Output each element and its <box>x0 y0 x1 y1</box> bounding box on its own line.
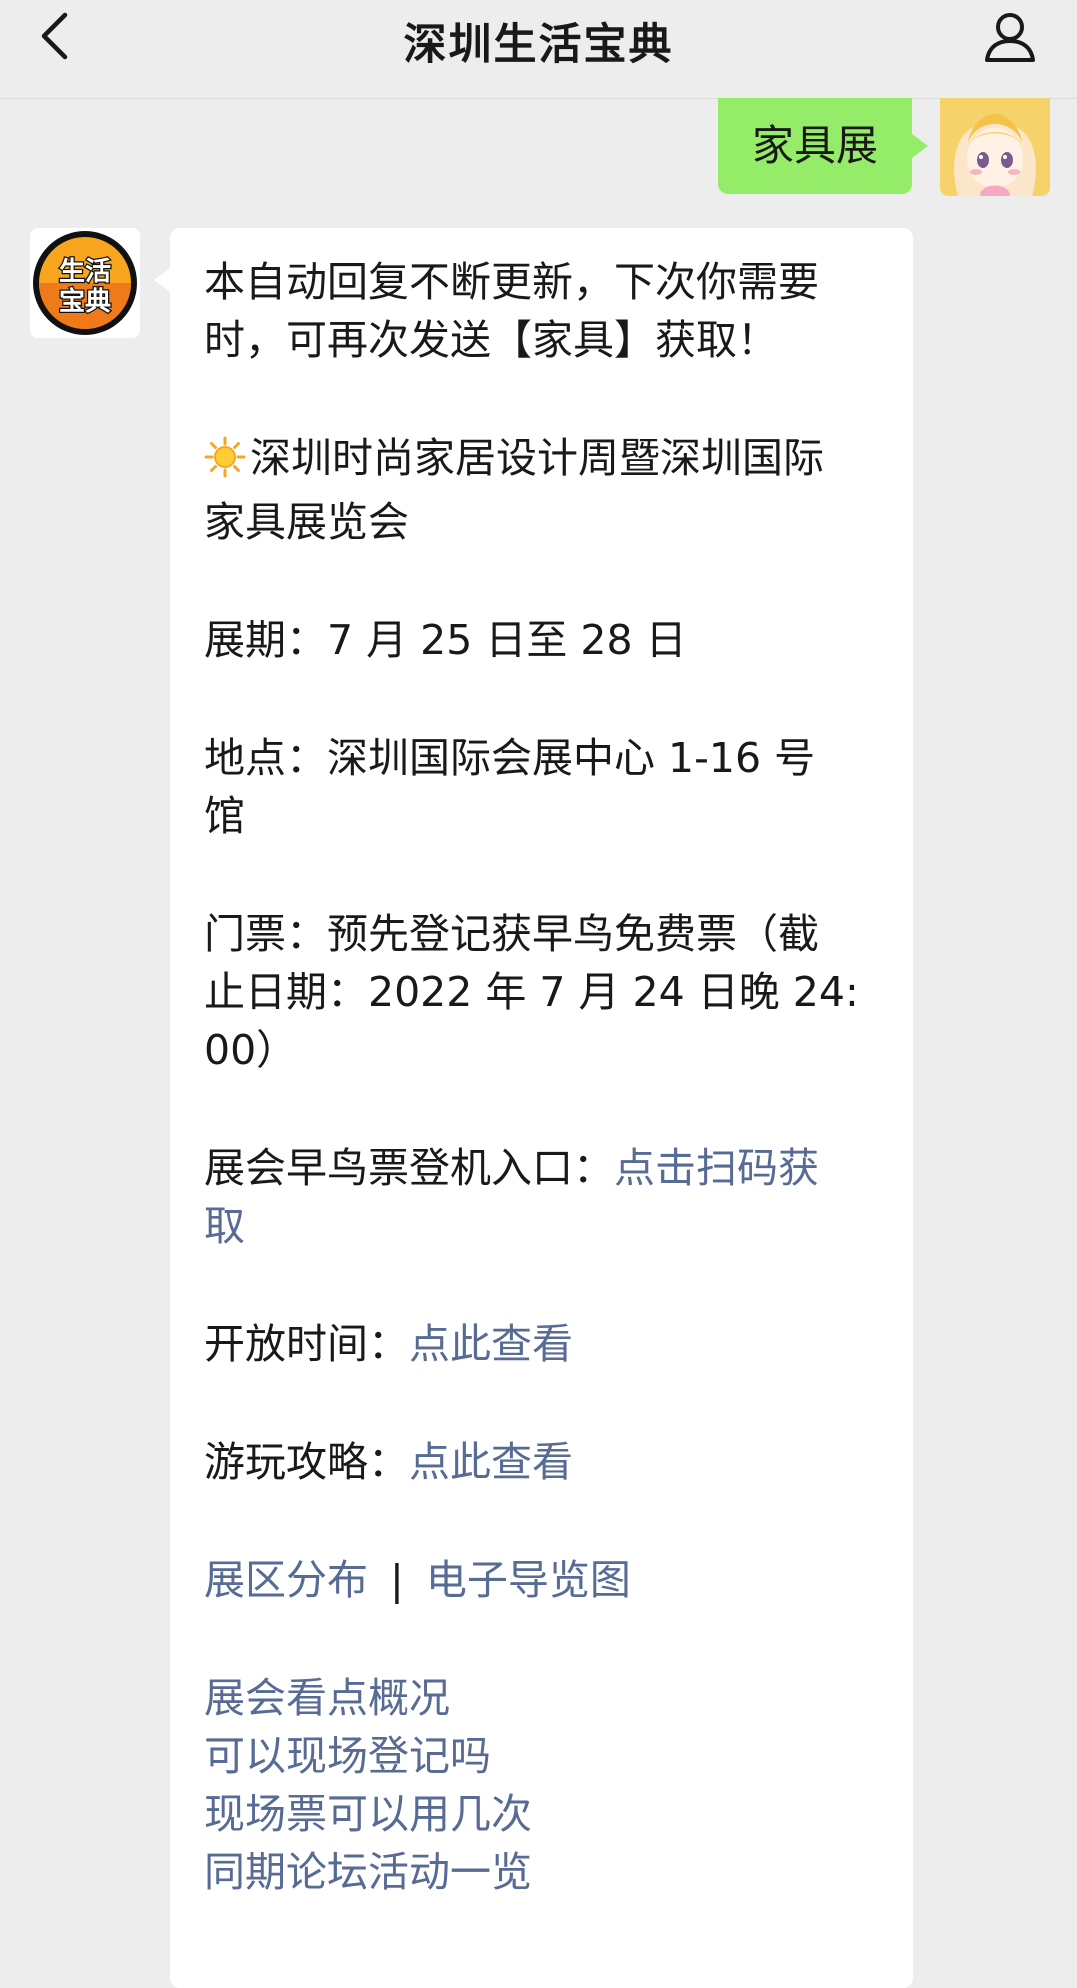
link-separator: | <box>390 1556 404 1604</box>
anime-girl-avatar-image <box>940 98 1050 196</box>
exhibition-dates: 展期：7 月 25 日至 28 日 <box>204 616 687 664</box>
scan-code-link-continued[interactable]: 取 <box>204 1202 245 1250</box>
scan-code-link[interactable]: 点击扫码获 <box>614 1144 819 1192</box>
svg-text:生活: 生活 <box>59 257 111 287</box>
ticket-line-1: 门票：预先登记获早鸟免费票（截 <box>204 910 819 958</box>
incoming-message-bubble: 本自动回复不断更新，下次你需要 时，可再次发送【家具】获取！ 深圳时尚家居设计周… <box>154 228 913 1988</box>
entry-line-2: 取 <box>204 1197 881 1255</box>
highlights-link[interactable]: 展会看点概况 <box>204 1669 881 1727</box>
onsite-ticket-usage-link[interactable]: 现场票可以用几次 <box>204 1785 881 1843</box>
onsite-registration-link[interactable]: 可以现场登记吗 <box>204 1727 881 1785</box>
opening-hours-line: 开放时间：点此查看 <box>204 1315 881 1373</box>
guide-label: 游玩攻略： <box>204 1438 409 1486</box>
shenghuo-baodian-logo: 生活 宝典 <box>33 231 137 335</box>
sun-icon <box>204 435 246 493</box>
event-title-line-2: 家具展览会 <box>204 498 409 546</box>
profile-button[interactable] <box>981 6 1039 68</box>
intro-text-line-2: 时，可再次发送【家具】获取！ <box>204 316 778 364</box>
top-bar: 深圳生活宝典 <box>0 0 1077 99</box>
venue-line-1: 地点：深圳国际会展中心 1-16 号 <box>204 734 816 782</box>
opening-hours-link[interactable]: 点此查看 <box>409 1320 573 1368</box>
entry-label: 展会早鸟票登机入口： <box>204 1144 614 1192</box>
guide-link[interactable]: 点此查看 <box>409 1438 573 1486</box>
outgoing-message-bubble[interactable]: 家具展 <box>717 98 929 194</box>
zone-map-line: 展区分布 | 电子导览图 <box>204 1551 881 1609</box>
guide-line: 游玩攻略：点此查看 <box>204 1433 881 1491</box>
opening-hours-label: 开放时间： <box>204 1320 409 1368</box>
venue-line-2: 馆 <box>204 792 245 840</box>
zone-distribution-link[interactable]: 展区分布 <box>204 1556 368 1604</box>
ticket-line-2: 止日期：2022 年 7 月 24 日晚 24: <box>204 968 859 1016</box>
ticket-line-3: 00） <box>204 1026 298 1074</box>
entry-line-1: 展会早鸟票登机入口：点击扫码获 <box>204 1139 881 1197</box>
intro-text-line-1: 本自动回复不断更新，下次你需要 <box>204 258 819 306</box>
electronic-map-link[interactable]: 电子导览图 <box>426 1556 631 1604</box>
event-title-line-1: 深圳时尚家居设计周暨深圳国际 <box>204 429 881 493</box>
svg-text:宝典: 宝典 <box>59 286 111 317</box>
person-icon <box>985 13 1035 62</box>
chat-title: 深圳生活宝典 <box>403 20 674 70</box>
forum-activities-link[interactable]: 同期论坛活动一览 <box>204 1843 881 1901</box>
my-avatar[interactable] <box>940 98 1050 196</box>
bot-avatar[interactable]: 生活 宝典 <box>30 228 140 338</box>
